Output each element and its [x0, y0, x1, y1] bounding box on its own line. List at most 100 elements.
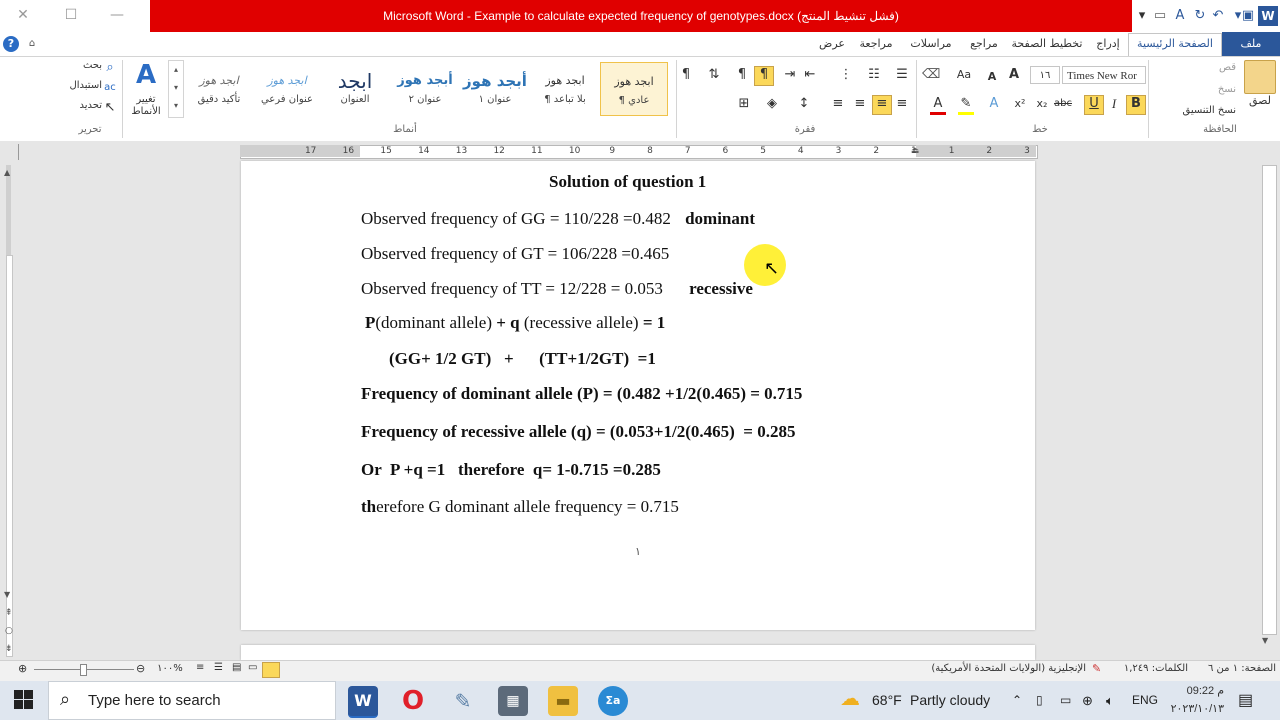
superscript-icon[interactable]: x²: [1012, 96, 1028, 112]
status-language[interactable]: الإنجليزية (الولايات المتحدة الأمريكية): [900, 663, 1086, 674]
sort-icon[interactable]: ⇅: [706, 67, 722, 83]
bold-icon[interactable]: B: [1126, 95, 1146, 115]
calculator-taskbar-icon[interactable]: ▦: [498, 686, 528, 716]
opera-taskbar-icon[interactable]: O: [398, 686, 428, 716]
zoom-level[interactable]: ١٠٠%: [150, 663, 190, 674]
shading-icon[interactable]: ◈: [764, 96, 780, 112]
word-taskbar-icon[interactable]: W: [348, 686, 378, 718]
rtl-direction-icon[interactable]: ¶: [754, 66, 774, 86]
next-page[interactable]: [241, 645, 1035, 660]
close-button[interactable]: ✕: [0, 0, 46, 30]
zoom-out-icon[interactable]: ⊖: [136, 662, 145, 675]
tab-view[interactable]: عرض: [812, 32, 852, 56]
paint-taskbar-icon[interactable]: ✎: [448, 686, 478, 716]
gallery-scroll-icon[interactable]: ▴ ▾ ▾: [168, 60, 184, 118]
style-heading-2[interactable]: أبجد هوز عنوان ٢: [392, 62, 458, 114]
change-styles-icon[interactable]: A: [130, 60, 162, 90]
text-effects-icon[interactable]: A: [986, 96, 1002, 112]
input-language[interactable]: ENG: [1132, 681, 1158, 720]
scrollbar-thumb[interactable]: [1262, 165, 1277, 635]
prev-page-icon[interactable]: ⇞: [5, 608, 13, 618]
align-right-icon[interactable]: ≡: [852, 96, 868, 112]
ltr-direction-icon[interactable]: ¶: [734, 67, 750, 83]
left-scroll-up-icon[interactable]: ▲: [4, 168, 10, 177]
show-marks-icon[interactable]: ¶: [678, 67, 694, 83]
left-scroll-down-icon[interactable]: ▼: [4, 590, 10, 599]
tab-file[interactable]: ملف: [1222, 32, 1280, 56]
status-words[interactable]: الكلمات: ١,٢٤٩: [1114, 663, 1188, 674]
style-no-spacing[interactable]: ابجد هوز ¶ بلا تباعد: [532, 62, 598, 114]
increase-indent-icon[interactable]: ⇥: [782, 67, 798, 83]
outline-view-icon[interactable]: ☰: [214, 662, 223, 673]
tab-page-layout[interactable]: تخطيط الصفحة: [1008, 32, 1086, 56]
bullets-icon[interactable]: ☰: [894, 67, 910, 83]
replace-button[interactable]: استبدال: [56, 80, 103, 91]
scroll-down-icon[interactable]: ▼: [1262, 636, 1268, 645]
print-layout-view-icon[interactable]: [262, 662, 280, 678]
grow-font-icon[interactable]: A: [1006, 67, 1022, 83]
zoom-in-icon[interactable]: ⊕: [18, 662, 27, 675]
file-explorer-taskbar-icon[interactable]: ▬: [548, 686, 578, 716]
change-styles-button[interactable]: تغيير الأنماط: [124, 94, 168, 118]
network-icon[interactable]: ⊕: [1082, 681, 1093, 720]
clock-time[interactable]: 09:22 م: [1168, 684, 1224, 697]
tab-references[interactable]: مراجع: [962, 32, 1006, 56]
help-icon[interactable]: ?: [3, 36, 19, 52]
redo-icon[interactable]: ↻: [1192, 8, 1208, 24]
justify-icon[interactable]: ≡: [894, 96, 910, 112]
cut-button[interactable]: قص: [1196, 62, 1236, 73]
customize-qat-icon[interactable]: ▾: [1134, 8, 1150, 24]
draft-view-icon[interactable]: ≡: [196, 662, 204, 673]
align-center-icon[interactable]: ≡: [872, 95, 892, 115]
style-title[interactable]: ابجد العنوان: [322, 62, 388, 114]
full-screen-view-icon[interactable]: ▭: [248, 662, 257, 673]
paste-icon[interactable]: [1244, 60, 1276, 94]
collapse-ribbon-icon[interactable]: ⌂: [24, 36, 40, 52]
change-case-icon[interactable]: Aa: [956, 67, 972, 83]
save-icon[interactable]: ▣: [1240, 8, 1256, 24]
numbering-icon[interactable]: ☷: [866, 67, 882, 83]
minimize-button[interactable]: —: [94, 0, 140, 30]
notifications-icon[interactable]: ▤: [1238, 681, 1253, 720]
underline-icon[interactable]: U: [1084, 95, 1104, 115]
zoom-slider-thumb[interactable]: [80, 664, 87, 676]
highlight-color-icon[interactable]: ✎: [958, 96, 974, 115]
align-left-icon[interactable]: ≡: [830, 96, 846, 112]
weather-temp[interactable]: 68°F: [872, 681, 902, 720]
style-heading-1[interactable]: أبجد هوز عنوان ١: [462, 62, 528, 114]
font-size-select[interactable]: ١٦: [1030, 66, 1060, 84]
tray-chevron-icon[interactable]: ⌃: [1012, 681, 1022, 720]
web-layout-view-icon[interactable]: ▤: [232, 662, 241, 673]
undo-icon[interactable]: ↶: [1210, 8, 1226, 24]
volume-icon[interactable]: 🔈︎: [1106, 681, 1114, 720]
strikethrough-icon[interactable]: abc: [1054, 96, 1072, 112]
next-page-icon[interactable]: ⇟: [5, 644, 13, 654]
font-color-icon[interactable]: A: [930, 96, 946, 115]
font-name-select[interactable]: Times New Ror: [1062, 66, 1146, 84]
shrink-font-icon[interactable]: A: [984, 69, 1000, 85]
multilevel-list-icon[interactable]: ⋮: [838, 67, 854, 83]
copy-button[interactable]: نسخ: [1196, 84, 1236, 95]
paste-button[interactable]: لصق: [1240, 94, 1280, 107]
style-subtitle[interactable]: ابجد هوز عنوان فرعي: [254, 62, 320, 114]
battery-icon[interactable]: ▭: [1060, 681, 1071, 720]
proofing-icon[interactable]: ✎: [1092, 662, 1101, 675]
italic-icon[interactable]: I: [1106, 96, 1122, 112]
restore-button[interactable]: ☐: [48, 0, 94, 30]
spelling-icon[interactable]: A: [1172, 8, 1188, 24]
tab-mailings[interactable]: مراسلات: [900, 32, 962, 56]
subscript-icon[interactable]: x₂: [1034, 96, 1050, 112]
tab-insert[interactable]: إدراج: [1088, 32, 1128, 56]
browse-object-icon[interactable]: ○: [5, 626, 13, 636]
clear-formatting-icon[interactable]: ⌫: [922, 67, 940, 83]
weather-text[interactable]: Partly cloudy: [910, 681, 990, 720]
style-subtle-emphasis[interactable]: ابجد هوز تأكيد دقيق: [186, 62, 252, 114]
select-button[interactable]: تحديد: [62, 100, 102, 111]
math-app-taskbar-icon[interactable]: Σa: [598, 686, 628, 716]
clock-date[interactable]: ٢٠٢٣/١٠/١٣: [1160, 702, 1224, 715]
windows-start-icon[interactable]: [14, 690, 34, 710]
tray-app-icon[interactable]: ▯: [1036, 681, 1043, 720]
decrease-indent-icon[interactable]: ⇤: [802, 67, 818, 83]
document-page[interactable]: Solution of question 1 Observed frequenc…: [241, 161, 1035, 630]
tab-review[interactable]: مراجعة: [852, 32, 900, 56]
